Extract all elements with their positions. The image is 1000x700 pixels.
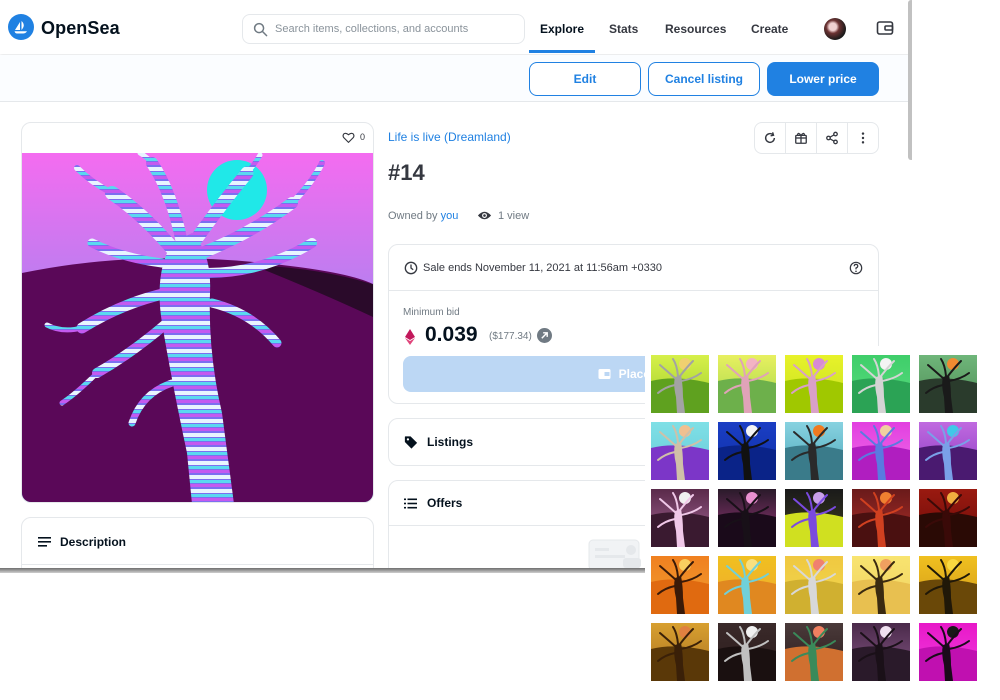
artwork-card: 0: [21, 122, 374, 503]
collection-thumbnail[interactable]: [651, 489, 709, 547]
collection-thumbnail[interactable]: [785, 556, 843, 614]
screenshot-edge: [0, 568, 650, 573]
collection-thumbnail-grid: [645, 346, 1000, 700]
share-icon: [826, 131, 838, 145]
item-toolbar: [754, 122, 879, 154]
minimum-bid-label: Minimum bid: [403, 307, 460, 318]
description-divider: [22, 564, 373, 565]
nft-artwork-image[interactable]: [22, 153, 374, 503]
collection-thumbnail[interactable]: [651, 556, 709, 614]
nav-explore[interactable]: Explore: [540, 22, 584, 36]
search-icon: [253, 22, 268, 37]
sale-end-text: Sale ends November 11, 2021 at 11:56am +…: [423, 262, 663, 274]
price-usd: ($177.34): [489, 331, 532, 342]
collection-thumbnail[interactable]: [785, 623, 843, 681]
empty-offers-illustration: [588, 539, 641, 570]
refresh-icon: [764, 132, 776, 144]
list-icon: [404, 498, 417, 509]
nav-resources[interactable]: Resources: [665, 22, 726, 36]
owner-action-bar: Edit Cancel listing Lower price: [0, 55, 912, 102]
help-icon[interactable]: [849, 261, 863, 275]
brand-name[interactable]: OpenSea: [41, 18, 120, 39]
description-section[interactable]: Description: [21, 517, 374, 570]
nav-create[interactable]: Create: [751, 22, 788, 36]
offers-title: Offers: [427, 496, 463, 510]
collection-thumbnail[interactable]: [919, 489, 977, 547]
eye-icon: [477, 211, 492, 220]
artwork-card-header: 0: [22, 123, 373, 153]
collection-thumbnail[interactable]: [919, 623, 977, 681]
gift-icon: [795, 132, 807, 144]
more-icon: [861, 132, 865, 144]
tag-icon: [404, 436, 418, 449]
more-button[interactable]: [848, 123, 878, 153]
favorites-count: 0: [359, 132, 365, 142]
scrollbar[interactable]: [908, 0, 912, 160]
sale-header: Sale ends November 11, 2021 at 11:56am +…: [389, 245, 878, 291]
opensea-logo-icon[interactable]: [8, 14, 34, 40]
collection-thumbnail[interactable]: [919, 422, 977, 480]
view-count: 1 view: [498, 210, 530, 222]
collection-thumbnail[interactable]: [718, 422, 776, 480]
lower-price-button[interactable]: Lower price: [767, 62, 879, 96]
list-icon: [38, 537, 51, 547]
collection-thumbnail[interactable]: [651, 623, 709, 681]
collection-thumbnail[interactable]: [718, 489, 776, 547]
wallet-icon[interactable]: [876, 19, 894, 37]
eth-icon: [405, 329, 415, 345]
collection-thumbnail[interactable]: [718, 623, 776, 681]
collection-thumbnail[interactable]: [919, 556, 977, 614]
share-button[interactable]: [817, 123, 848, 153]
clock-icon: [404, 261, 418, 275]
collection-thumbnail[interactable]: [852, 489, 910, 547]
price-value: 0.039: [425, 323, 478, 346]
heart-icon[interactable]: [342, 131, 355, 144]
owned-by-label: Owned by: [388, 210, 438, 222]
owned-by: Owned by you: [388, 210, 458, 222]
collection-thumbnail[interactable]: [785, 355, 843, 413]
collection-thumbnail[interactable]: [852, 556, 910, 614]
nav-stats[interactable]: Stats: [609, 22, 638, 36]
collection-thumbnail[interactable]: [785, 422, 843, 480]
listings-title: Listings: [427, 435, 474, 449]
item-title: #14: [388, 160, 425, 185]
collection-thumbnail[interactable]: [852, 623, 910, 681]
search-placeholder: Search items, collections, and accounts: [275, 23, 469, 35]
transfer-button[interactable]: [786, 123, 817, 153]
collection-thumbnail[interactable]: [852, 355, 910, 413]
edit-button[interactable]: Edit: [529, 62, 641, 96]
cancel-listing-button[interactable]: Cancel listing: [648, 62, 760, 96]
collection-thumbnail[interactable]: [718, 355, 776, 413]
collection-thumbnail[interactable]: [651, 355, 709, 413]
active-tab-indicator: [529, 50, 595, 53]
external-link-icon[interactable]: [537, 328, 552, 343]
stage: OpenSea Search items, collections, and a…: [0, 0, 1000, 700]
search-input[interactable]: Search items, collections, and accounts: [242, 14, 525, 44]
avatar[interactable]: [824, 18, 846, 40]
collection-thumbnail[interactable]: [785, 489, 843, 547]
top-nav: OpenSea Search items, collections, and a…: [0, 0, 912, 54]
owner-link[interactable]: you: [441, 210, 459, 222]
collection-thumbnail[interactable]: [718, 556, 776, 614]
collection-link[interactable]: Life is live (Dreamland): [388, 130, 511, 144]
collection-thumbnail[interactable]: [919, 355, 977, 413]
refresh-button[interactable]: [755, 123, 786, 153]
description-title: Description: [60, 535, 127, 549]
collection-thumbnail[interactable]: [651, 422, 709, 480]
wallet-icon: [598, 369, 611, 379]
collection-thumbnail[interactable]: [852, 422, 910, 480]
